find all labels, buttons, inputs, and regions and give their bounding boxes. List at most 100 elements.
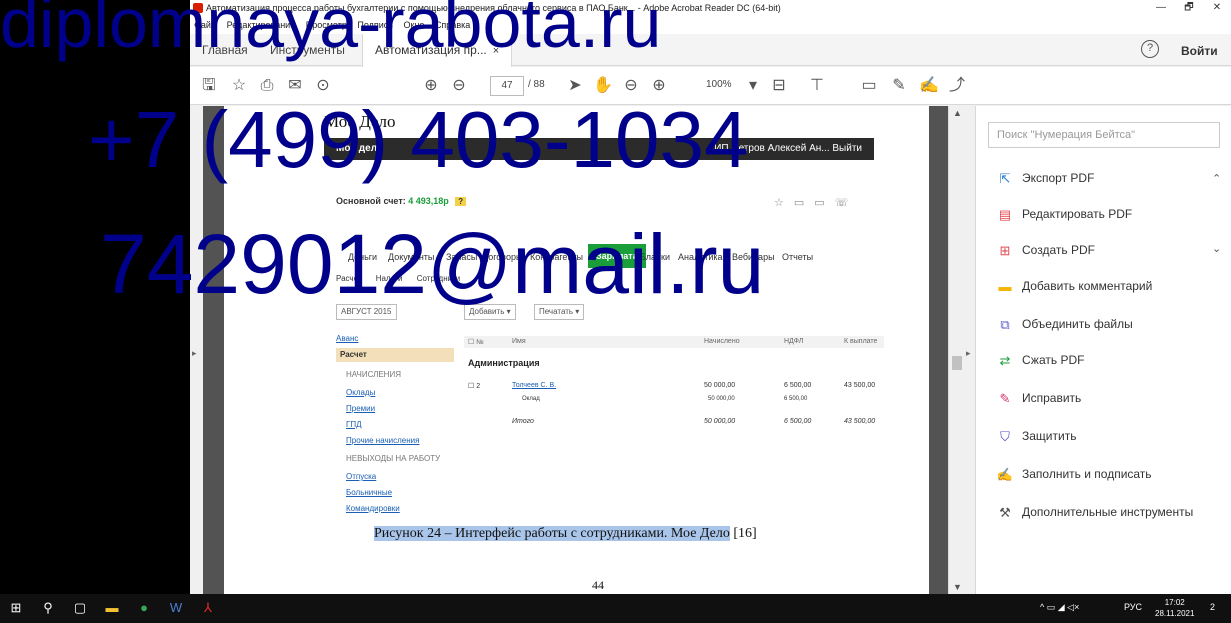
- fill-sign-icon: ✍: [996, 466, 1014, 482]
- th-pay: К выплате: [844, 338, 878, 345]
- system-tray-icons[interactable]: ^ ▭ ◢ ◁×: [1040, 602, 1079, 613]
- protect-icon: ⛉: [1000, 428, 1010, 444]
- taskbar-clock[interactable]: 17:02 28.11.2021: [1155, 597, 1194, 619]
- tool-compress[interactable]: ⇄ Сжать PDF: [996, 350, 1085, 370]
- tool-combine[interactable]: ⧉ Объединить файлы: [996, 314, 1132, 334]
- left-accrual-1: Оклады: [346, 388, 376, 397]
- tool-label: Защитить: [1022, 429, 1077, 443]
- tool-protect[interactable]: ⛉ Защитить: [996, 426, 1076, 446]
- edit-pdf-icon: ▤: [998, 206, 1012, 222]
- chevron-up-icon[interactable]: ⌃: [1212, 172, 1221, 185]
- close-window-button[interactable]: ✕: [1203, 0, 1231, 16]
- cell-num: ☐ 2: [468, 383, 481, 390]
- tool-fill-sign[interactable]: ✍ Заполнить и подписать: [996, 464, 1152, 484]
- left-accrual-3: ГПД: [346, 420, 362, 429]
- scroll-down-icon[interactable]: ▼: [953, 582, 962, 592]
- vertical-scrollbar[interactable]: ▲ ▼: [948, 106, 965, 594]
- file-explorer-icon[interactable]: ▬: [104, 600, 120, 616]
- table-row: Итого 50 000,00 6 500,00 43 500,00: [464, 418, 884, 430]
- table-group: Администрация: [468, 358, 540, 368]
- hand-tool-icon[interactable]: ✋: [592, 76, 614, 96]
- tools-panel: Поиск "Нумерация Бейтса" ⇱ Экспорт PDF ⌃ …: [975, 106, 1231, 594]
- print-icon[interactable]: ⎙: [256, 76, 278, 96]
- desktop: Автоматизация процесса работы бухгалтери…: [0, 0, 1231, 623]
- zoom-level[interactable]: 100%: [706, 79, 732, 90]
- input-language[interactable]: РУС: [1124, 602, 1142, 612]
- email-icon[interactable]: ✉: [284, 76, 306, 96]
- page-layout-icon[interactable]: ⊟: [768, 76, 790, 96]
- th-num: ☐ №: [468, 339, 484, 346]
- cell-tax: 6 500,00: [784, 396, 808, 402]
- tool-edit-pdf[interactable]: ▤ Редактировать PDF: [996, 204, 1132, 224]
- tool-export-pdf[interactable]: ⇱ Экспорт PDF: [996, 168, 1095, 188]
- tools-search-input[interactable]: Поиск "Нумерация Бейтса": [988, 122, 1220, 148]
- export-pdf-icon: ⇱: [999, 170, 1011, 186]
- more-tools-icon: ⚒: [999, 504, 1011, 520]
- combine-files-icon: ⧉: [1000, 316, 1010, 332]
- caption-highlight: Рисунок 24 – Интерфейс работы с сотрудни…: [374, 526, 730, 541]
- th-accrued: Начислено: [704, 338, 740, 345]
- create-pdf-icon: ⊞: [999, 242, 1011, 258]
- left-accrual-2: Премии: [346, 404, 376, 413]
- maximize-button[interactable]: 🗗: [1175, 0, 1203, 16]
- zoom-out-icon[interactable]: ⊖: [620, 76, 642, 96]
- share-icon[interactable]: ⤴: [946, 76, 968, 96]
- select-cursor-icon[interactable]: ➤: [564, 76, 586, 96]
- tool-label: Экспорт PDF: [1022, 171, 1095, 185]
- comment-tool-icon[interactable]: ▭: [858, 76, 880, 96]
- app-icons: ☆▭▭☏: [774, 197, 859, 209]
- zoom-in-icon[interactable]: ⊕: [648, 76, 670, 96]
- left-accrual-4: Прочие начисления: [346, 436, 420, 445]
- clock-date: 28.11.2021: [1155, 609, 1195, 618]
- prev-page-icon[interactable]: ⊕: [420, 76, 442, 96]
- left-current: Расчет: [336, 348, 454, 362]
- clock-time: 17:02: [1164, 598, 1185, 607]
- next-page-icon[interactable]: ⊖: [448, 76, 470, 96]
- notifications-icon[interactable]: 2: [1210, 602, 1215, 612]
- search-icon[interactable]: ⚲: [40, 600, 56, 616]
- cell-name: Оклад: [522, 396, 540, 402]
- bookmark-star-icon[interactable]: ☆: [228, 76, 250, 96]
- tool-label: Создать PDF: [1022, 243, 1095, 257]
- tool-label: Добавить комментарий: [1022, 279, 1153, 293]
- figure-caption: Рисунок 24 – Интерфейс работы с сотрудни…: [374, 526, 757, 542]
- save-icon[interactable]: 🖫: [198, 76, 220, 96]
- task-view-icon[interactable]: ▢: [72, 600, 88, 616]
- chevron-down-icon[interactable]: ⌄: [1212, 242, 1221, 255]
- scroll-up-icon[interactable]: ▲: [953, 108, 962, 118]
- expand-left-icon: ▸: [192, 348, 197, 358]
- tool-more[interactable]: ⚒ Дополнительные инструменты: [996, 502, 1193, 522]
- windows-start-icon[interactable]: ⊞: [8, 600, 24, 616]
- scroll-thumb[interactable]: [952, 356, 962, 370]
- zoom-dropdown-icon[interactable]: ▾: [742, 76, 764, 96]
- th-name: Имя: [512, 338, 526, 345]
- account-line: Основной счет: 4 493,18р ?: [336, 196, 467, 206]
- chrome-icon[interactable]: ●: [136, 600, 152, 616]
- cell-accrued: 50 000,00: [704, 418, 736, 425]
- tool-create-pdf[interactable]: ⊞ Создать PDF: [996, 240, 1095, 260]
- table-header: ☐ № Имя Начислено НДФЛ К выплате: [464, 336, 884, 348]
- tool-comment[interactable]: ▬ Добавить комментарий: [996, 276, 1153, 296]
- left-absence-1: Отпуска: [346, 472, 377, 481]
- account-value: 4 493,18р: [408, 196, 449, 206]
- account-label: Основной счет:: [336, 196, 406, 206]
- pen-tool-icon[interactable]: ✎: [888, 76, 910, 96]
- tool-redact[interactable]: ✎ Исправить: [996, 388, 1082, 408]
- collapse-right-icon: ▸: [966, 348, 971, 358]
- signin-button[interactable]: Войти: [1181, 44, 1218, 58]
- acrobat-taskbar-icon[interactable]: ⅄: [200, 600, 216, 616]
- right-pane-toggle[interactable]: ▸: [965, 106, 975, 594]
- left-accruals-title: НАЧИСЛЕНИЯ: [346, 370, 401, 379]
- sign-tool-icon[interactable]: ✍: [918, 76, 940, 96]
- taskbar: ⊞ ⚲ ▢ ▬ ● W ⅄ ^ ▭ ◢ ◁× РУС 17:02 28.11.2…: [0, 594, 1231, 623]
- caption-ref: [16]: [729, 526, 757, 541]
- cell-tax: 6 500,00: [784, 418, 812, 425]
- word-icon[interactable]: W: [168, 600, 184, 616]
- minimize-button[interactable]: —: [1147, 0, 1175, 16]
- search-zoom-icon[interactable]: ⊙: [312, 76, 334, 96]
- tool-label: Заполнить и подписать: [1022, 467, 1152, 481]
- scroll-mode-icon[interactable]: ⊤: [806, 76, 828, 96]
- page-number-input[interactable]: 47: [490, 76, 524, 96]
- help-icon[interactable]: ?: [1141, 40, 1159, 58]
- cell-name: Толчеев С. В.: [512, 382, 557, 389]
